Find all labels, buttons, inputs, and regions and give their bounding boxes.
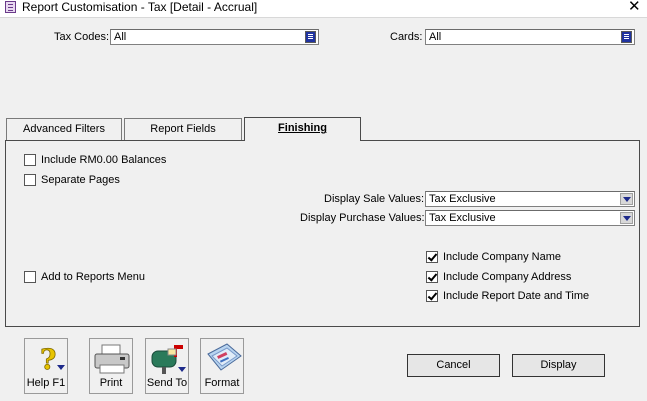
help-label: Help F1 (26, 377, 66, 389)
cards-label: Cards: (390, 31, 423, 43)
separate-pages-label: Separate Pages (41, 174, 120, 186)
include-company-address-label: Include Company Address (443, 271, 572, 283)
print-button[interactable]: Print (89, 338, 133, 394)
include-zero-balances-checkbox[interactable] (24, 154, 36, 166)
include-company-address-checkbox[interactable] (426, 271, 438, 283)
separate-pages-checkbox[interactable] (24, 174, 36, 186)
cards-value: All (429, 31, 442, 43)
list-icon[interactable] (305, 31, 316, 43)
tab-report-fields[interactable]: Report Fields (124, 118, 242, 140)
add-to-reports-menu-label: Add to Reports Menu (41, 271, 145, 283)
display-purchase-values-label: Display Purchase Values: (300, 212, 425, 224)
display-sale-values-value: Tax Exclusive (429, 193, 496, 205)
send-to-button[interactable]: Send To (145, 338, 189, 394)
display-button[interactable]: Display (512, 354, 605, 377)
send-to-label: Send To (146, 377, 188, 389)
tax-codes-label: Tax Codes: (54, 31, 110, 43)
format-label: Format (204, 377, 240, 389)
mailbox-icon (151, 345, 186, 374)
display-purchase-values-select[interactable]: Tax Exclusive (425, 210, 635, 226)
cancel-button[interactable]: Cancel (407, 354, 500, 377)
display-sale-values-label: Display Sale Values: (324, 193, 425, 205)
svg-text:?: ? (40, 343, 56, 373)
window-title: Report Customisation - Tax [Detail - Acc… (22, 0, 258, 14)
title-bar: Report Customisation - Tax [Detail - Acc… (0, 0, 647, 17)
list-icon[interactable] (621, 31, 632, 43)
add-to-reports-menu-checkbox[interactable] (24, 271, 36, 283)
display-sale-values-select[interactable]: Tax Exclusive (425, 191, 635, 207)
include-report-date-time-label: Include Report Date and Time (443, 290, 590, 302)
app-icon (5, 1, 16, 13)
printer-icon (94, 344, 130, 374)
title-divider (0, 17, 647, 18)
print-label: Print (99, 377, 123, 389)
chevron-down-icon[interactable] (620, 193, 633, 205)
tax-codes-select[interactable]: All (110, 29, 319, 45)
include-company-name-checkbox[interactable] (426, 251, 438, 263)
help-icon: ? (40, 343, 65, 373)
tab-advanced-filters[interactable]: Advanced Filters (6, 118, 122, 140)
tab-finishing[interactable]: Finishing (244, 117, 361, 141)
include-company-name-label: Include Company Name (443, 251, 562, 263)
cards-select[interactable]: All (425, 29, 635, 45)
format-icon (207, 343, 242, 371)
tax-codes-value: All (114, 31, 127, 43)
chevron-down-icon[interactable] (620, 212, 633, 224)
include-report-date-time-checkbox[interactable] (426, 290, 438, 302)
help-button[interactable]: ? Help F1 (24, 338, 68, 394)
format-button[interactable]: Format (200, 338, 244, 394)
display-purchase-values-value: Tax Exclusive (429, 212, 496, 224)
include-zero-balances-label: Include RM0.00 Balances (41, 154, 167, 166)
close-icon[interactable]: ✕ (628, 0, 641, 15)
